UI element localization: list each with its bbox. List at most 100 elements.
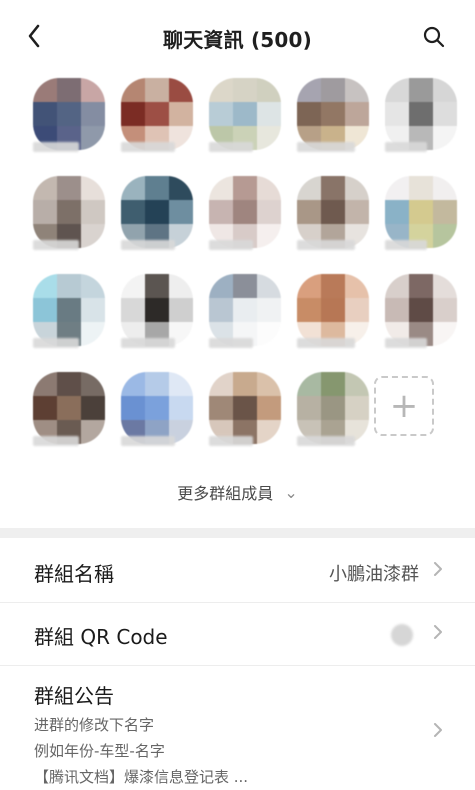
avatar-pixel: [257, 298, 281, 322]
member-avatar-item[interactable]: [121, 372, 199, 464]
avatar-pixel: [257, 78, 281, 102]
group-qr-row[interactable]: 群組 QR Code: [0, 603, 475, 666]
member-avatar-item[interactable]: [121, 176, 199, 268]
avatar-pixel: [297, 372, 321, 396]
avatar-pixel: [345, 372, 369, 396]
avatar-pixel: [33, 78, 57, 102]
member-avatar-item[interactable]: [121, 78, 199, 170]
member-name-redacted: [121, 436, 175, 446]
avatar-pixel: [321, 298, 345, 322]
chevron-right-icon: [434, 723, 442, 737]
avatar-pixel: [433, 298, 457, 322]
chevron-right-icon: [434, 562, 442, 576]
avatar-pixel: [345, 274, 369, 298]
avatar-pixel: [257, 224, 281, 248]
member-avatar-item[interactable]: [209, 176, 287, 268]
avatar-pixel: [321, 176, 345, 200]
avatar-pixel: [209, 200, 233, 224]
member-name-redacted: [209, 240, 253, 250]
member-avatar-item[interactable]: [209, 78, 287, 170]
avatar-pixel: [257, 274, 281, 298]
member-name-redacted: [209, 338, 253, 348]
member-name-redacted: [33, 142, 79, 152]
member-name-redacted: [297, 436, 355, 446]
avatar-pixel: [233, 298, 257, 322]
member-avatar-item[interactable]: [33, 176, 111, 268]
member-avatar-item[interactable]: [385, 274, 463, 366]
avatar-pixel: [81, 102, 105, 126]
avatar-pixel: [33, 274, 57, 298]
avatar-pixel: [209, 372, 233, 396]
group-name-row[interactable]: 群組名稱 小鵬油漆群: [0, 540, 475, 603]
avatar-pixel: [385, 274, 409, 298]
avatar-pixel: [233, 372, 257, 396]
avatar-pixel: [57, 102, 81, 126]
member-avatar-item[interactable]: [297, 78, 375, 170]
avatar: [297, 274, 369, 346]
member-avatar-item[interactable]: [385, 176, 463, 268]
avatar-pixel: [33, 372, 57, 396]
more-members-button[interactable]: 更多群組成員 ⌄: [0, 480, 475, 504]
avatar-pixel: [121, 102, 145, 126]
member-avatar-item[interactable]: [385, 78, 463, 170]
group-notice-row[interactable]: 群組公告 进群的修改下名字 例如年份-车型-名字 【腾讯文档】爆漆信息登记表 .…: [0, 666, 475, 790]
avatar-pixel: [257, 372, 281, 396]
avatar: [297, 372, 369, 444]
avatar-pixel: [345, 396, 369, 420]
group-name-label: 群組名稱: [34, 562, 114, 586]
avatar-pixel: [233, 274, 257, 298]
avatar: [121, 78, 193, 150]
avatar-pixel: [145, 396, 169, 420]
avatar-pixel: [321, 102, 345, 126]
avatar-pixel: [321, 200, 345, 224]
avatar-pixel: [233, 200, 257, 224]
plus-icon: +: [389, 386, 419, 426]
member-name-redacted: [33, 240, 79, 250]
avatar-pixel: [57, 396, 81, 420]
avatar-pixel: [385, 298, 409, 322]
member-avatar-item[interactable]: [121, 274, 199, 366]
member-avatar-item[interactable]: [297, 176, 375, 268]
member-avatar-item[interactable]: [33, 372, 111, 464]
group-qr-label: 群組 QR Code: [34, 625, 168, 649]
member-name-redacted: [209, 436, 253, 446]
avatar-pixel: [121, 176, 145, 200]
avatar-pixel: [345, 298, 369, 322]
avatar: [385, 274, 457, 346]
member-avatar-item[interactable]: [209, 372, 287, 464]
avatar: [209, 176, 281, 248]
avatar-pixel: [169, 200, 193, 224]
member-avatar-item[interactable]: [209, 274, 287, 366]
member-avatar-item[interactable]: [33, 78, 111, 170]
avatar-pixel: [433, 224, 457, 248]
avatar-pixel: [33, 200, 57, 224]
avatar-pixel: [433, 102, 457, 126]
avatar-pixel: [433, 274, 457, 298]
avatar: [209, 274, 281, 346]
avatar-pixel: [257, 176, 281, 200]
avatar-pixel: [57, 274, 81, 298]
avatar-pixel: [409, 102, 433, 126]
member-avatar-item[interactable]: [33, 274, 111, 366]
avatar-pixel: [81, 224, 105, 248]
page-title: 聊天資訊 (500): [163, 28, 312, 52]
avatar-pixel: [433, 200, 457, 224]
avatar: [33, 176, 105, 248]
avatar-pixel: [169, 102, 193, 126]
avatar-pixel: [121, 396, 145, 420]
notice-line-3: 【腾讯文档】爆漆信息登记表 ...: [34, 768, 249, 786]
avatar-pixel: [145, 102, 169, 126]
avatar-pixel: [145, 78, 169, 102]
member-avatar-item[interactable]: [297, 372, 375, 464]
avatar-pixel: [169, 274, 193, 298]
add-member-button[interactable]: +: [374, 376, 434, 436]
avatar-pixel: [297, 176, 321, 200]
avatar-pixel: [321, 396, 345, 420]
avatar-pixel: [169, 78, 193, 102]
avatar-pixel: [257, 322, 281, 346]
member-name-redacted: [385, 142, 427, 152]
avatar-pixel: [257, 126, 281, 150]
search-button[interactable]: [417, 20, 451, 54]
avatar-pixel: [297, 396, 321, 420]
member-avatar-item[interactable]: [297, 274, 375, 366]
